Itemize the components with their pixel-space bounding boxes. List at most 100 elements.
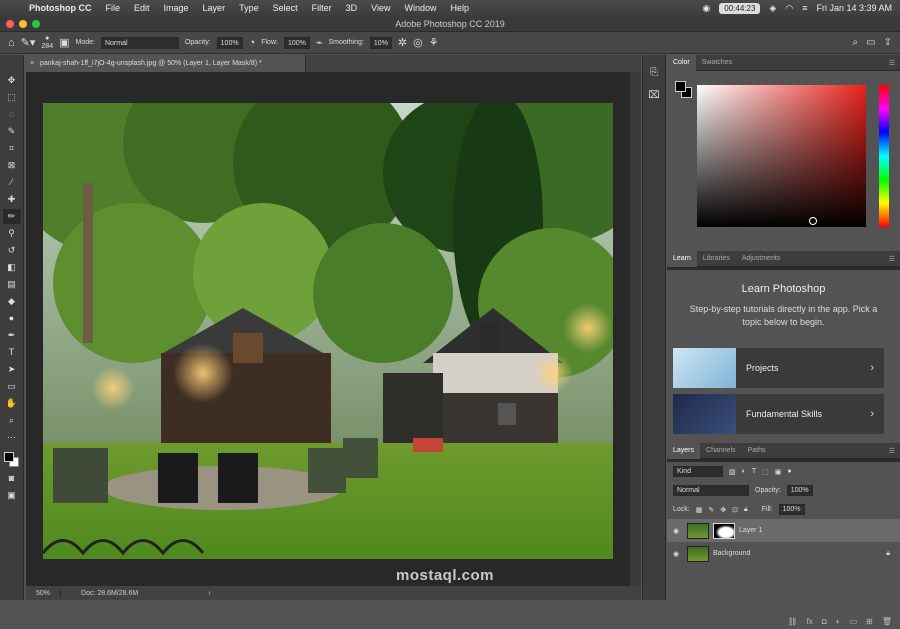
frame-tool-icon[interactable]: ⊠ (3, 158, 21, 173)
dropbox-icon[interactable]: ◈ (769, 3, 776, 14)
status-arrow-icon[interactable]: › (208, 590, 210, 597)
learn-card-fundamental-skills[interactable]: Fundamental Skills › (673, 394, 884, 434)
clone-stamp-tool-icon[interactable]: ⚲ (3, 226, 21, 241)
panel-menu-icon[interactable]: ☰ (889, 447, 895, 455)
lock-pixels-icon[interactable]: ✎ (708, 506, 714, 514)
menu-edit[interactable]: Edit (127, 3, 157, 13)
dodge-tool-icon[interactable]: ● (3, 311, 21, 326)
brush-tool-icon[interactable]: ✏ (2, 209, 21, 224)
minimize-window-button[interactable] (19, 20, 27, 28)
tab-color[interactable]: Color (667, 54, 696, 71)
symmetry-icon[interactable]: ⚘ (429, 36, 439, 49)
lock-artboard-icon[interactable]: ⊡ (732, 506, 738, 514)
menu-window[interactable]: Window (397, 3, 443, 13)
hand-tool-icon[interactable]: ✋ (3, 396, 21, 411)
menu-file[interactable]: File (99, 3, 128, 13)
tab-swatches[interactable]: Swatches (696, 55, 738, 71)
pen-tool-icon[interactable]: ✒ (3, 328, 21, 343)
menu-image[interactable]: Image (157, 3, 196, 13)
layer-row-layer-1[interactable]: ◉ Layer 1 (667, 519, 900, 542)
learn-card-projects[interactable]: Projects › (673, 348, 884, 388)
marquee-tool-icon[interactable]: ⬚ (3, 90, 21, 105)
quick-mask-icon[interactable]: ◙ (3, 471, 21, 486)
zoom-level[interactable]: 50% (36, 589, 62, 597)
lasso-tool-icon[interactable]: ◌ (3, 107, 21, 122)
tab-adjustments[interactable]: Adjustments (736, 251, 787, 267)
canvas-vertical-scrollbar[interactable] (630, 72, 641, 586)
crop-tool-icon[interactable]: ⌗ (3, 141, 21, 156)
adjustment-icon[interactable]: ◐ (836, 617, 841, 626)
history-brush-tool-icon[interactable]: ↺ (3, 243, 21, 258)
filter-shape-icon[interactable]: ⬚ (762, 468, 769, 476)
blur-tool-icon[interactable]: ◆ (3, 294, 21, 309)
brush-size[interactable]: ● 284 (41, 35, 53, 51)
hue-slider[interactable] (879, 85, 889, 227)
layer-opacity-field[interactable]: 100% (786, 485, 813, 496)
menu-3d[interactable]: 3D (339, 3, 365, 13)
trash-icon[interactable]: 🗑︎ (882, 617, 892, 626)
wifi-icon[interactable]: ◠ (785, 3, 793, 14)
tab-libraries[interactable]: Libraries (697, 251, 736, 267)
filter-toggle-icon[interactable]: ● (787, 468, 791, 475)
foreground-color[interactable] (3, 452, 14, 462)
rectangle-tool-icon[interactable]: ▭ (3, 379, 21, 394)
doc-size[interactable]: Doc: 28.6M/28.6M (81, 590, 138, 597)
close-window-button[interactable] (6, 20, 14, 28)
smoothing-field[interactable]: 10% (369, 36, 392, 49)
type-tool-icon[interactable]: T (3, 345, 21, 360)
close-document-icon[interactable]: × (30, 55, 34, 72)
gradient-tool-icon[interactable]: ▤ (3, 277, 21, 292)
flow-field[interactable]: 100% (283, 36, 310, 49)
blend-mode-select[interactable]: Normal (673, 485, 749, 496)
pressure-size-icon[interactable]: ◎ (413, 36, 423, 49)
link-icon[interactable]: ⛓ (788, 617, 798, 626)
menu-app-name[interactable]: Photoshop CC (22, 3, 99, 13)
airbrush-icon[interactable]: ⌁ (316, 36, 323, 49)
new-layer-icon[interactable]: ⊞ (866, 617, 873, 626)
filter-pixel-icon[interactable]: ▨ (729, 468, 736, 476)
zoom-window-button[interactable] (32, 20, 40, 28)
datetime[interactable]: Fri Jan 14 3:39 AM (816, 3, 892, 13)
panel-menu-icon[interactable]: ☰ (889, 59, 895, 67)
workspace-icon[interactable]: ▭ (866, 37, 875, 48)
color-panel-foreground[interactable] (675, 81, 686, 92)
folder-icon[interactable]: ▭ (850, 617, 858, 626)
filter-type-icon[interactable]: T (752, 468, 756, 475)
visibility-eye-icon[interactable]: ◉ (673, 550, 683, 558)
tab-layers[interactable]: Layers (667, 442, 701, 459)
home-icon[interactable]: ⌂ (8, 37, 15, 49)
eraser-tool-icon[interactable]: ◧ (3, 260, 21, 275)
menu-help[interactable]: Help (443, 3, 476, 13)
share-icon[interactable]: ⇪ (884, 37, 892, 48)
properties-panel-icon[interactable]: ⌧ (648, 90, 660, 101)
tab-channels[interactable]: Channels (700, 443, 742, 459)
move-tool-icon[interactable]: ✥ (3, 73, 21, 88)
saturation-brightness-field[interactable] (697, 85, 866, 227)
menu-layer[interactable]: Layer (196, 3, 233, 13)
zoom-tool-icon[interactable]: ⌕ (3, 413, 21, 428)
color-picker-handle[interactable] (809, 217, 817, 225)
screen-mode-icon[interactable]: ▣ (3, 488, 21, 503)
quick-select-tool-icon[interactable]: ✎ (3, 124, 21, 139)
path-selection-tool-icon[interactable]: ➤ (3, 362, 21, 377)
eyedropper-tool-icon[interactable]: ⁄ (3, 175, 21, 190)
color-panel-swatches[interactable] (675, 81, 693, 99)
history-panel-icon[interactable]: ⎘ (650, 67, 658, 78)
panel-menu-icon[interactable]: ☰ (889, 255, 895, 263)
opacity-field[interactable]: 100% (216, 36, 243, 49)
layer-row-background[interactable]: ◉ Background 🔒︎ (667, 542, 900, 565)
control-center-icon[interactable]: ≡ (802, 3, 807, 13)
smoothing-settings-icon[interactable]: ✲ (398, 36, 407, 49)
search-icon[interactable]: ⌕ (853, 37, 859, 48)
mode-select[interactable]: Normal (100, 36, 179, 49)
timer-display[interactable]: 00:44:23 (719, 2, 761, 14)
filter-adjustment-icon[interactable]: ◐ (742, 468, 746, 475)
filter-smart-object-icon[interactable]: ▣ (775, 468, 782, 476)
brush-preset-icon[interactable]: ✎▾ (21, 36, 36, 49)
lock-transparent-icon[interactable]: ▦ (696, 506, 703, 514)
foreground-background-swatch[interactable] (3, 451, 21, 469)
fx-icon[interactable]: fx (807, 617, 813, 626)
document-image[interactable] (43, 103, 613, 559)
visibility-eye-icon[interactable]: ◉ (673, 527, 683, 535)
pressure-opacity-icon[interactable]: ◔ (249, 37, 256, 49)
